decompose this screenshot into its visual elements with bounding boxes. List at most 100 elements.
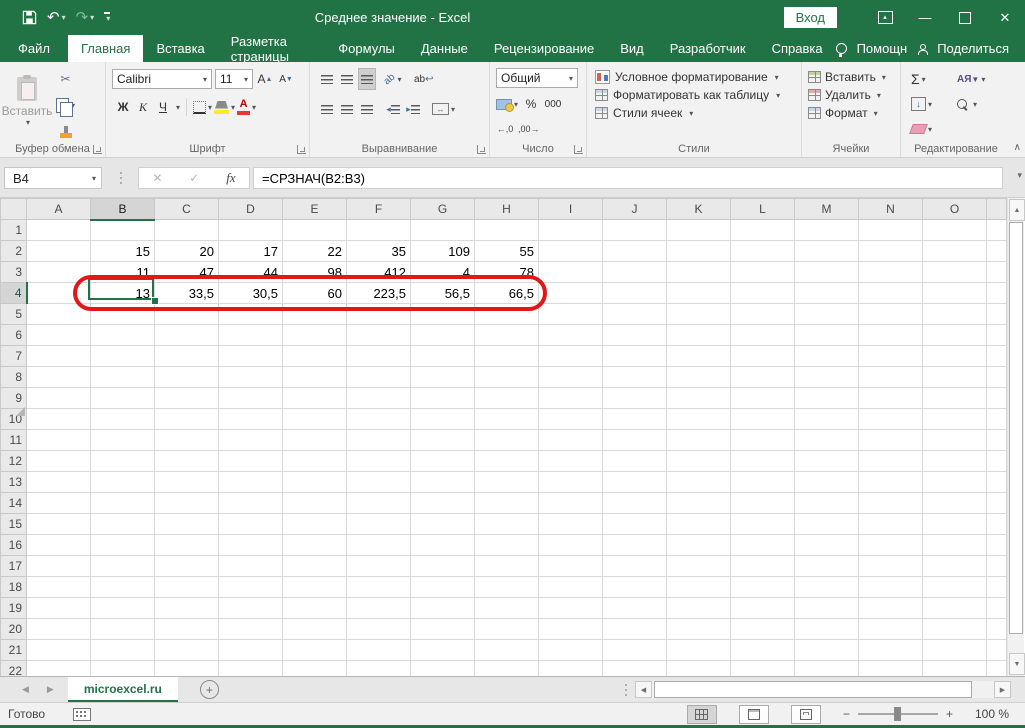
cell-O11[interactable] (923, 430, 987, 451)
cell-E2[interactable]: 22 (283, 241, 347, 262)
cell-E3[interactable]: 98 (283, 262, 347, 283)
cell-E13[interactable] (283, 472, 347, 493)
cell-K18[interactable] (667, 577, 731, 598)
cell-D17[interactable] (219, 556, 283, 577)
horizontal-scrollbar[interactable] (652, 681, 994, 698)
horizontal-scroll-thumb[interactable] (654, 681, 972, 698)
cell-E7[interactable] (283, 346, 347, 367)
column-header-A[interactable]: A (27, 199, 91, 220)
cell-B22[interactable] (91, 661, 155, 677)
cell-H13[interactable] (475, 472, 539, 493)
font-size-combo[interactable]: 11▾ (215, 69, 253, 89)
column-header-K[interactable]: K (667, 199, 731, 220)
row-header-12[interactable]: 12 (1, 451, 27, 472)
cell-A2[interactable] (27, 241, 91, 262)
cell-A12[interactable] (27, 451, 91, 472)
cell-G13[interactable] (411, 472, 475, 493)
row-header-8[interactable]: 8 (1, 367, 27, 388)
cell-H6[interactable] (475, 325, 539, 346)
column-header-F[interactable]: F (347, 199, 411, 220)
maximize-button[interactable] (945, 0, 985, 35)
cell-H22[interactable] (475, 661, 539, 677)
cell-N3[interactable] (859, 262, 923, 283)
cell-F14[interactable] (347, 493, 411, 514)
column-header-partial[interactable] (987, 199, 1007, 220)
row-header-13[interactable]: 13 (1, 472, 27, 493)
cell-D13[interactable] (219, 472, 283, 493)
align-bottom-button[interactable] (358, 68, 376, 90)
cell-K6[interactable] (667, 325, 731, 346)
column-header-L[interactable]: L (731, 199, 795, 220)
cell-C3[interactable]: 47 (155, 262, 219, 283)
cell-L15[interactable] (731, 514, 795, 535)
cell-B3[interactable]: 11 (91, 262, 155, 283)
cell-H14[interactable] (475, 493, 539, 514)
cell-N16[interactable] (859, 535, 923, 556)
cell-L12[interactable] (731, 451, 795, 472)
column-header-E[interactable]: E (283, 199, 347, 220)
cell-L16[interactable] (731, 535, 795, 556)
cell-L6[interactable] (731, 325, 795, 346)
cell-L14[interactable] (731, 493, 795, 514)
cell-O4[interactable] (923, 283, 987, 304)
cell-B20[interactable] (91, 619, 155, 640)
cell-N15[interactable] (859, 514, 923, 535)
cell-D10[interactable] (219, 409, 283, 430)
minimize-button[interactable]: — (905, 0, 945, 35)
cell-J16[interactable] (603, 535, 667, 556)
row-header-7[interactable]: 7 (1, 346, 27, 367)
cell-D19[interactable] (219, 598, 283, 619)
cell-B13[interactable] (91, 472, 155, 493)
cell-J21[interactable] (603, 640, 667, 661)
cell-A18[interactable] (27, 577, 91, 598)
cell-M3[interactable] (795, 262, 859, 283)
cell-J9[interactable] (603, 388, 667, 409)
cell-D7[interactable] (219, 346, 283, 367)
shrink-font-button[interactable]: А▼ (277, 68, 295, 90)
cell-O5[interactable] (923, 304, 987, 325)
cell-H5[interactable] (475, 304, 539, 325)
cell-partial-18[interactable] (987, 577, 1007, 598)
cell-E18[interactable] (283, 577, 347, 598)
cell-A22[interactable] (27, 661, 91, 677)
cell-H12[interactable] (475, 451, 539, 472)
cell-A10[interactable] (27, 409, 91, 430)
cell-C5[interactable] (155, 304, 219, 325)
vertical-scrollbar[interactable]: ▲ ▼ (1007, 198, 1024, 676)
cell-B4[interactable]: 13 (91, 283, 155, 304)
format-painter-button[interactable] (57, 120, 75, 142)
cell-B21[interactable] (91, 640, 155, 661)
align-left-button[interactable] (318, 98, 336, 120)
clear-button[interactable]: ▾ (911, 118, 957, 140)
cell-H20[interactable] (475, 619, 539, 640)
cell-M2[interactable] (795, 241, 859, 262)
cell-F6[interactable] (347, 325, 411, 346)
row-header-6[interactable]: 6 (1, 325, 27, 346)
cell-I20[interactable] (539, 619, 603, 640)
cell-O13[interactable] (923, 472, 987, 493)
cell-F11[interactable] (347, 430, 411, 451)
cell-B16[interactable] (91, 535, 155, 556)
cell-D3[interactable]: 44 (219, 262, 283, 283)
cell-K1[interactable] (667, 220, 731, 241)
expand-formula-bar-icon[interactable]: ▾ (1017, 170, 1022, 181)
cell-O21[interactable] (923, 640, 987, 661)
tab-formulas[interactable]: Формулы (325, 35, 408, 62)
dialog-launcher-icon[interactable] (477, 145, 486, 154)
font-name-combo[interactable]: Calibri▾ (112, 69, 212, 89)
row-header-22[interactable]: 22 (1, 661, 27, 677)
row-header-15[interactable]: 15 (1, 514, 27, 535)
cell-K13[interactable] (667, 472, 731, 493)
cell-K11[interactable] (667, 430, 731, 451)
cell-G10[interactable] (411, 409, 475, 430)
delete-cells-button[interactable]: Удалить▾ (808, 88, 900, 102)
cell-B15[interactable] (91, 514, 155, 535)
cell-M5[interactable] (795, 304, 859, 325)
cell-K20[interactable] (667, 619, 731, 640)
cell-styles-button[interactable]: Стили ячеек▾ (595, 106, 801, 120)
cell-J22[interactable] (603, 661, 667, 677)
cell-E11[interactable] (283, 430, 347, 451)
cell-K8[interactable] (667, 367, 731, 388)
cell-J1[interactable] (603, 220, 667, 241)
cell-O22[interactable] (923, 661, 987, 677)
